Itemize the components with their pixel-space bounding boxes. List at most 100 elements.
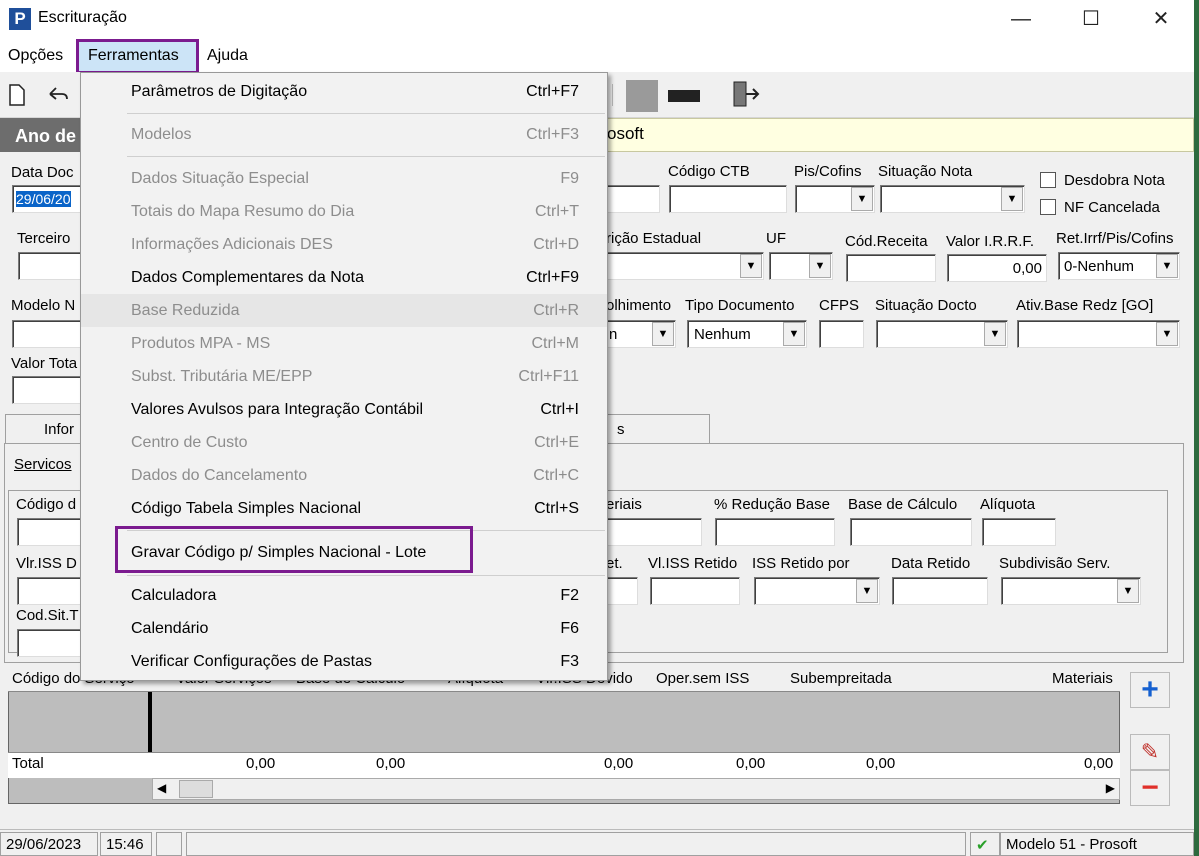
- delete-row-button[interactable]: −: [1130, 770, 1170, 806]
- add-row-button[interactable]: +: [1130, 672, 1170, 708]
- situacao-nota-select[interactable]: ▼: [880, 185, 1025, 213]
- chevron-down-icon[interactable]: ▼: [783, 322, 805, 346]
- vlr-iss-field[interactable]: [17, 577, 81, 605]
- terceiro-field[interactable]: [18, 252, 82, 280]
- iss-retido-por-select[interactable]: ▼: [754, 577, 880, 605]
- scroll-right-icon[interactable]: ▶: [1106, 781, 1115, 795]
- menu-item-codigo-tabela-simples[interactable]: Código Tabela Simples Nacional Ctrl+S: [81, 492, 607, 525]
- grid-divider: [148, 692, 152, 752]
- uf-select[interactable]: ▼: [769, 252, 833, 280]
- tab-servicos[interactable]: Servicos: [14, 456, 72, 473]
- status-time: 15:46: [100, 832, 152, 856]
- ret-irrf-select[interactable]: 0-Nenhum ▼: [1058, 252, 1180, 280]
- iss-retido-por-label: ISS Retido por: [752, 555, 850, 572]
- menu-item-situacao-especial: Dados Situação Especial F9: [131, 170, 579, 187]
- field-partial-1[interactable]: [606, 185, 660, 213]
- chevron-down-icon[interactable]: ▼: [1117, 579, 1139, 603]
- chevron-down-icon[interactable]: ▼: [856, 579, 878, 603]
- window-edge: [1194, 0, 1199, 856]
- codigo-ctb-field[interactable]: [669, 185, 787, 213]
- chevron-down-icon[interactable]: ▼: [984, 322, 1006, 346]
- valor-irrf-value: 0,00: [1012, 260, 1042, 277]
- valor-irrf-field[interactable]: 0,00: [947, 254, 1047, 282]
- maximize-button[interactable]: ☐: [1056, 0, 1126, 40]
- exit-door-icon[interactable]: [730, 80, 760, 114]
- barcode-icon[interactable]: [668, 90, 700, 102]
- terceiro-label: Terceiro: [17, 230, 71, 247]
- chevron-down-icon[interactable]: ▼: [1156, 322, 1178, 346]
- menu-item-calculadora[interactable]: Calculadora F2: [81, 579, 607, 612]
- cod-receita-label: Cód.Receita: [845, 233, 928, 250]
- reducao-base-field[interactable]: [715, 518, 835, 546]
- chevron-down-icon[interactable]: ▼: [740, 254, 762, 278]
- chevron-down-icon[interactable]: ▼: [809, 254, 831, 278]
- chevron-down-icon[interactable]: ▼: [1156, 254, 1178, 278]
- total-materiais: 0,00: [1084, 755, 1114, 772]
- aliquota-field[interactable]: [982, 518, 1056, 546]
- ativ-base-select[interactable]: ▼: [1017, 320, 1180, 348]
- menu-item-calendario[interactable]: Calendário F6: [81, 612, 607, 645]
- nf-cancelada-checkbox[interactable]: [1040, 199, 1056, 215]
- chevron-down-icon[interactable]: ▼: [851, 187, 873, 211]
- menu-separator: [127, 156, 605, 157]
- reducao-base-label: % Redução Base: [714, 496, 830, 513]
- data-retido-field[interactable]: [892, 577, 988, 605]
- menu-ferramentas[interactable]: Ferramentas: [88, 47, 179, 65]
- menu-item-totais-mapa: Totais do Mapa Resumo do Dia Ctrl+T: [131, 203, 579, 220]
- materiais-field[interactable]: [606, 518, 702, 546]
- menu-opcoes[interactable]: Opções: [8, 47, 63, 65]
- edit-pencil-icon[interactable]: ✎: [1130, 734, 1170, 770]
- codigo-servico-field[interactable]: [17, 518, 81, 546]
- status-date: 29/06/2023: [0, 832, 98, 856]
- close-button[interactable]: ✕: [1126, 0, 1196, 40]
- menu-item-info-des: Informações Adicionais DES Ctrl+D: [131, 236, 579, 253]
- cfps-field[interactable]: [819, 320, 864, 348]
- tab-other[interactable]: s: [606, 414, 710, 444]
- situacao-nota-label: Situação Nota: [878, 163, 973, 180]
- cod-sit-field[interactable]: [17, 629, 81, 657]
- disabled-tool-icon[interactable]: [626, 80, 658, 112]
- grid-col-subempreitada[interactable]: Subempreitada: [790, 670, 892, 687]
- data-doc-label: Data Doc: [11, 164, 74, 181]
- menu-ajuda[interactable]: Ajuda: [207, 47, 248, 65]
- horizontal-scrollbar[interactable]: ◀ ▶: [152, 778, 1120, 800]
- menu-item-produtos-mpa: Produtos MPA - MS Ctrl+M: [131, 335, 579, 352]
- materiais-label: eriais: [606, 496, 642, 513]
- menu-item-verificar-pastas[interactable]: Verificar Configurações de Pastas F3: [81, 645, 607, 678]
- grid-col-materiais[interactable]: Materiais: [1052, 670, 1113, 687]
- company-banner: osoft: [600, 118, 1194, 152]
- situacao-docto-label: Situação Docto: [875, 297, 977, 314]
- data-doc-field[interactable]: 29/06/20: [12, 185, 82, 213]
- pis-cofins-select[interactable]: ▼: [795, 185, 875, 213]
- chevron-down-icon[interactable]: ▼: [652, 322, 674, 346]
- valor-total-field[interactable]: [12, 376, 82, 404]
- tab-informacoes[interactable]: Infor: [5, 414, 85, 444]
- undo-icon[interactable]: [46, 84, 70, 110]
- tipo-documento-select[interactable]: Nenhum ▼: [687, 320, 807, 348]
- scroll-thumb[interactable]: [179, 780, 213, 798]
- nf-cancelada-label: NF Cancelada: [1064, 199, 1160, 216]
- new-document-icon[interactable]: [8, 84, 26, 112]
- menu-item-dados-complementares[interactable]: Dados Complementares da Nota Ctrl+F9: [81, 261, 607, 294]
- chevron-down-icon[interactable]: ▼: [1001, 187, 1023, 211]
- vl-iss-retido-field[interactable]: [650, 577, 740, 605]
- scroll-left-icon[interactable]: ◀: [157, 781, 166, 795]
- situacao-docto-select[interactable]: ▼: [876, 320, 1008, 348]
- recolhimento-select[interactable]: n ▼: [606, 320, 676, 348]
- menu-item-parametros[interactable]: Parâmetros de Digitação Ctrl+F7: [81, 75, 607, 108]
- status-empty-1: [156, 832, 182, 856]
- modelo-field[interactable]: [12, 320, 82, 348]
- minimize-button[interactable]: —: [986, 0, 1056, 40]
- inscricao-estadual-select[interactable]: ▼: [606, 252, 764, 280]
- total-vlr-iss: 0,00: [604, 755, 634, 772]
- grid-col-oper[interactable]: Oper.sem ISS: [656, 670, 749, 687]
- ret-field[interactable]: [606, 577, 638, 605]
- subdivisao-select[interactable]: ▼: [1001, 577, 1141, 605]
- desdobra-nota-checkbox[interactable]: [1040, 172, 1056, 188]
- base-calculo-field[interactable]: [850, 518, 972, 546]
- menu-item-valores-avulsos[interactable]: Valores Avulsos para Integração Contábil…: [81, 393, 607, 426]
- cfps-label: CFPS: [819, 297, 860, 314]
- cod-receita-field[interactable]: [846, 254, 936, 282]
- pis-cofins-label: Pis/Cofins: [794, 163, 862, 180]
- toolbar-separator: [612, 84, 620, 106]
